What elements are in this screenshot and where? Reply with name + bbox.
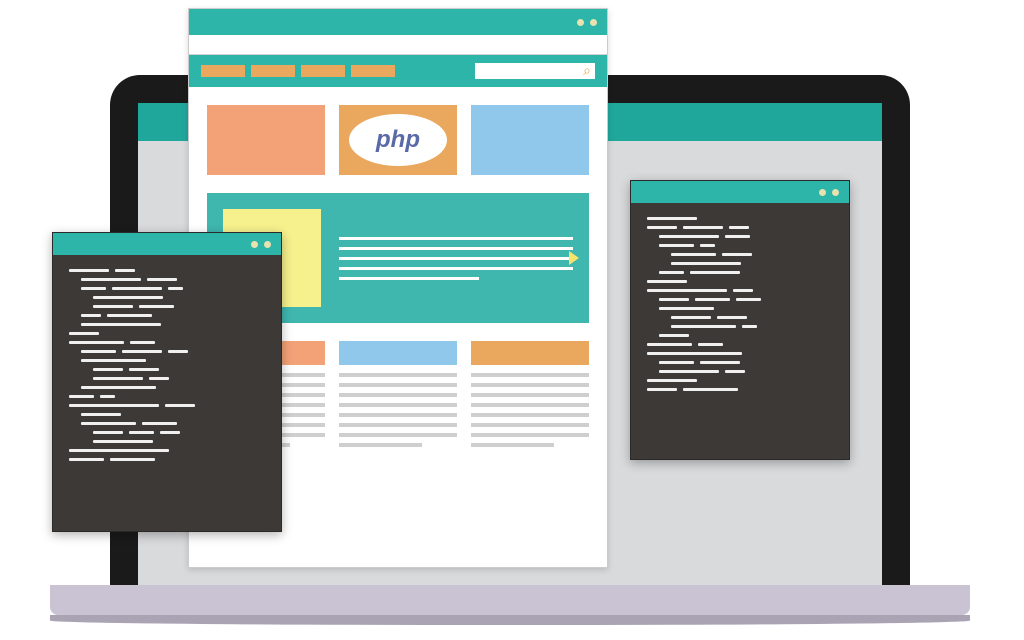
address-bar[interactable]	[189, 35, 607, 55]
column-header	[471, 341, 589, 365]
php-logo-text: php	[376, 126, 420, 154]
footer-column	[339, 341, 457, 453]
laptop-base	[50, 585, 970, 615]
code-window-left	[52, 232, 282, 532]
code-window-right	[630, 180, 850, 460]
window-control-icon[interactable]	[819, 189, 826, 196]
window-control-icon[interactable]	[577, 19, 584, 26]
browser-titlebar	[189, 9, 607, 35]
search-input[interactable]	[475, 63, 595, 79]
code-titlebar	[53, 233, 281, 255]
card-row: php	[207, 105, 589, 175]
window-control-icon[interactable]	[590, 19, 597, 26]
window-control-icon[interactable]	[251, 241, 258, 248]
nav-item[interactable]	[201, 65, 245, 77]
php-card[interactable]: php	[339, 105, 457, 175]
content-card[interactable]	[471, 105, 589, 175]
window-control-icon[interactable]	[832, 189, 839, 196]
carousel-next-icon[interactable]	[569, 251, 579, 265]
code-body	[631, 203, 849, 405]
nav-item[interactable]	[301, 65, 345, 77]
navbar	[189, 55, 607, 87]
column-header	[339, 341, 457, 365]
code-titlebar	[631, 181, 849, 203]
footer-column	[471, 341, 589, 453]
content-card[interactable]	[207, 105, 325, 175]
hero-text-lines	[339, 237, 573, 280]
window-control-icon[interactable]	[264, 241, 271, 248]
nav-item[interactable]	[351, 65, 395, 77]
nav-item[interactable]	[251, 65, 295, 77]
code-body	[53, 255, 281, 475]
php-logo-icon: php	[349, 114, 447, 166]
